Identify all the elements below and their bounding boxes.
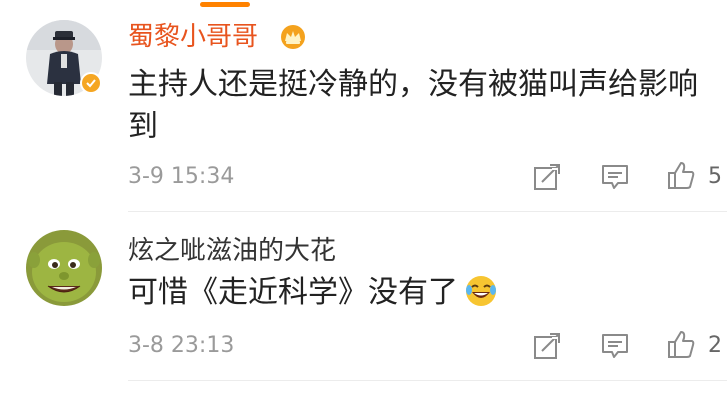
verified-badge-icon xyxy=(80,72,102,94)
thumbs-up-icon xyxy=(668,331,695,358)
share-icon xyxy=(534,333,560,359)
share-button[interactable] xyxy=(532,331,562,361)
comment-text: 可惜《走近科学》没有了 xyxy=(128,272,718,314)
comment-text-body: 可惜《走近科学》没有了 xyxy=(128,275,458,310)
share-button[interactable] xyxy=(532,162,562,192)
comment-time: 3-9 15:34 xyxy=(128,164,235,189)
thumbs-up-icon xyxy=(668,162,695,189)
like-count: 5 xyxy=(708,164,722,189)
comment-divider xyxy=(128,380,727,381)
share-icon xyxy=(534,164,560,190)
comment-username[interactable]: 炫之呲滋油的大花 xyxy=(128,236,336,266)
comment-username[interactable]: 蜀黎小哥哥 xyxy=(128,22,258,52)
comment-text: 主持人还是挺冷静的，没有被猫叫声给影响到 xyxy=(128,67,698,144)
vip-crown-icon xyxy=(278,24,308,50)
like-button[interactable] xyxy=(666,329,696,359)
reply-icon xyxy=(602,165,628,189)
like-count: 2 xyxy=(708,333,722,358)
top-tab-indicator xyxy=(0,0,727,10)
green-ogre-avatar xyxy=(26,230,102,306)
laughing-tears-emoji xyxy=(464,274,498,308)
reply-button[interactable] xyxy=(600,331,630,361)
reply-button[interactable] xyxy=(600,162,630,192)
comment-divider xyxy=(128,211,727,212)
comment-time: 3-8 23:13 xyxy=(128,333,235,358)
reply-icon xyxy=(602,334,628,358)
like-button[interactable] xyxy=(666,160,696,190)
avatar[interactable] xyxy=(26,230,102,306)
